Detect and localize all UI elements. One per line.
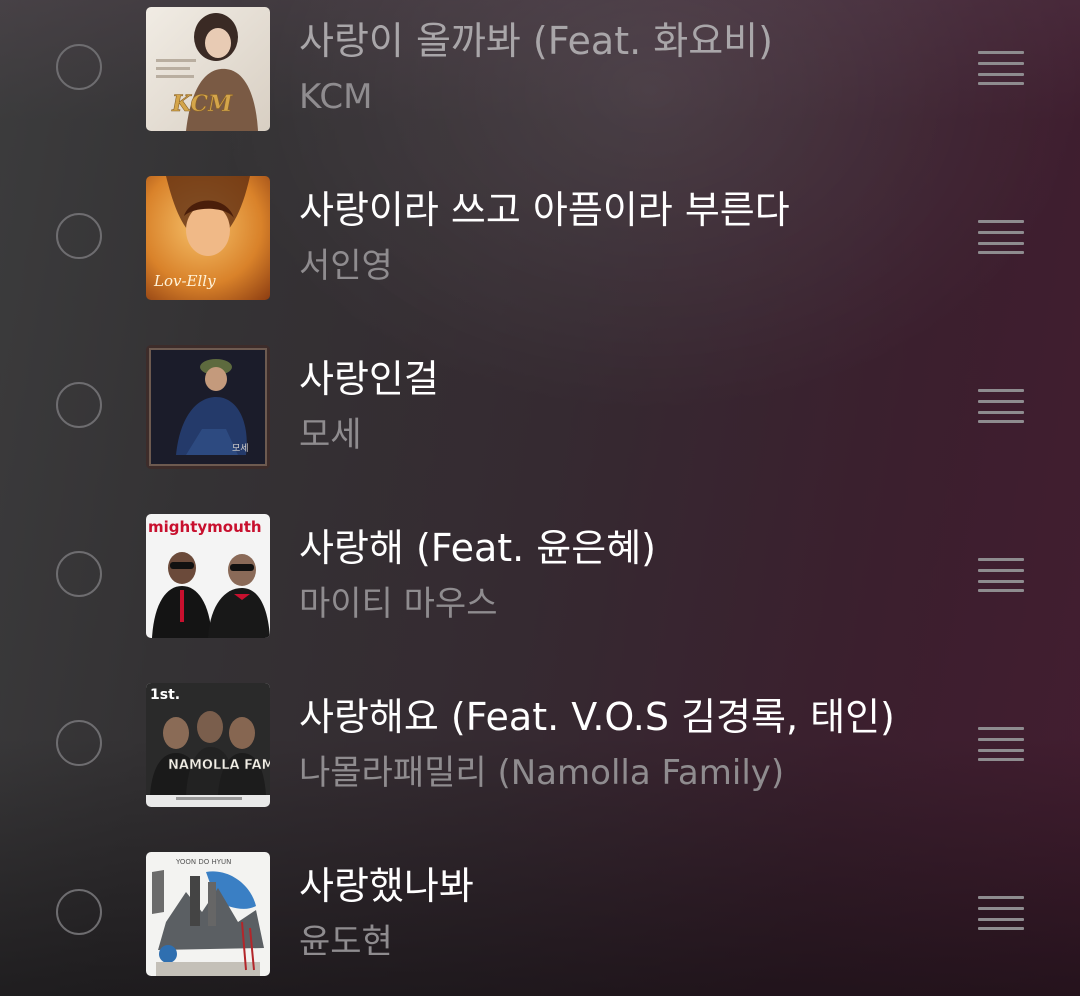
album-art-text: 모세 xyxy=(232,443,249,454)
song-artist: 모세 xyxy=(299,415,362,455)
album-art: mightymouth xyxy=(146,514,270,638)
song-artist: KCM xyxy=(299,77,373,117)
song-title: 사랑인걸 xyxy=(299,357,439,401)
radio-unchecked-icon[interactable] xyxy=(56,44,102,90)
drag-handle-icon[interactable] xyxy=(978,220,1024,254)
song-artist: 윤도현 xyxy=(299,922,393,962)
drag-handle-icon[interactable] xyxy=(978,389,1024,423)
svg-text:1st.: 1st. xyxy=(150,687,180,703)
drag-handle-icon[interactable] xyxy=(978,727,1024,761)
radio-unchecked-icon[interactable] xyxy=(56,213,102,259)
song-row-5[interactable]: 1st. NAMOLLA FAMILY 사랑해요 (Feat. V.O.S 김경… xyxy=(0,676,1080,845)
song-row-2[interactable]: Lov-Elly 사랑이라 쓰고 아픔이라 부른다 서인영 xyxy=(0,169,1080,338)
radio-unchecked-icon[interactable] xyxy=(56,720,102,766)
radio-unchecked-icon[interactable] xyxy=(56,551,102,597)
song-list[interactable]: KCM 사랑이 올까봐 (Feat. 화요비) KCM Lov-Elly 사랑이… xyxy=(0,0,1080,996)
radio-unchecked-icon[interactable] xyxy=(56,889,102,935)
album-art: 1st. NAMOLLA FAMILY xyxy=(146,683,270,807)
song-title: 사랑했나봐 xyxy=(299,864,474,908)
album-art: 모세 xyxy=(146,345,270,469)
song-title: 사랑이라 쓰고 아픔이라 부른다 xyxy=(299,188,790,232)
song-row-4[interactable]: mightymouth 사랑해 (Feat. 윤은혜) 마이티 마우스 xyxy=(0,507,1080,676)
album-art-text: NAMOLLA FAMILY xyxy=(168,758,270,773)
song-row-1[interactable]: KCM 사랑이 올까봐 (Feat. 화요비) KCM xyxy=(0,0,1080,169)
album-art-text: Lov-Elly xyxy=(153,272,216,290)
song-title: 사랑이 올까봐 (Feat. 화요비) xyxy=(299,19,773,63)
song-row-6[interactable]: YOON DO HYUN 사랑했나봐 윤도현 xyxy=(0,845,1080,996)
drag-handle-icon[interactable] xyxy=(978,51,1024,85)
album-art-text: YOON DO HYUN xyxy=(175,858,231,866)
song-artist: 나몰라패밀리 (Namolla Family) xyxy=(299,753,785,793)
song-title: 사랑해 (Feat. 윤은혜) xyxy=(299,526,656,570)
radio-unchecked-icon[interactable] xyxy=(56,382,102,428)
song-title: 사랑해요 (Feat. V.O.S 김경록, 태인) xyxy=(299,695,895,739)
drag-handle-icon[interactable] xyxy=(978,558,1024,592)
song-artist: 마이티 마우스 xyxy=(299,584,498,624)
album-art-text: mightymouth xyxy=(148,518,262,536)
album-art-text: KCM xyxy=(171,91,233,117)
song-artist: 서인영 xyxy=(299,246,393,286)
song-row-3[interactable]: 모세 사랑인걸 모세 xyxy=(0,338,1080,507)
album-art: KCM xyxy=(146,7,270,131)
album-art: Lov-Elly xyxy=(146,176,270,300)
album-art: YOON DO HYUN xyxy=(146,852,270,976)
drag-handle-icon[interactable] xyxy=(978,896,1024,930)
